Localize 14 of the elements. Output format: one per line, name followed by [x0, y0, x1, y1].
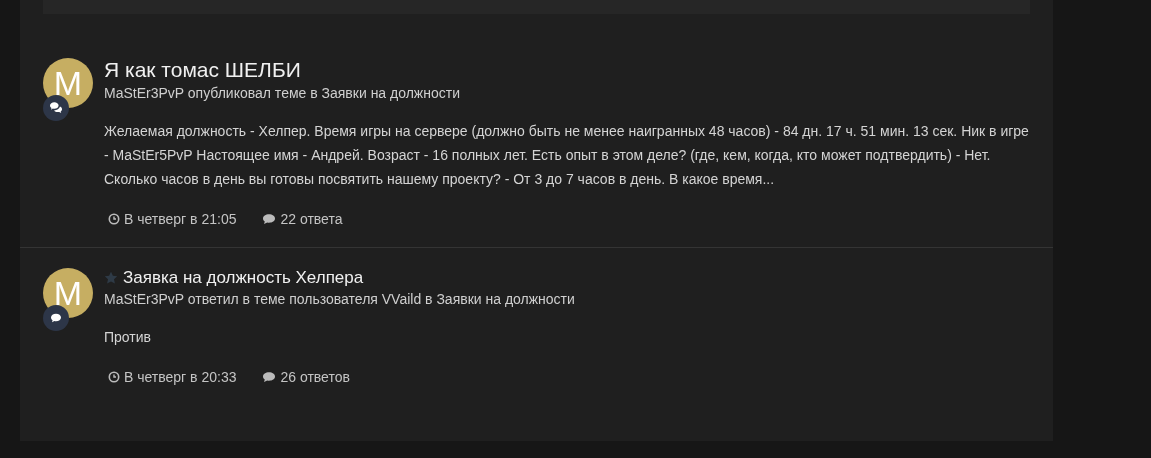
activity-meta: MaStEr3PvP ответил в теме пользователя VVaild в Заявки на должности [104, 291, 576, 307]
reply-count: 22 ответа [280, 211, 343, 227]
reply-count: 26 ответов [280, 369, 350, 385]
clock-icon [108, 371, 120, 383]
activity-meta: MaStEr3PvP опубликовал теме в Заявки на должности [104, 85, 461, 101]
post-time: В четверг в 20:33 [124, 369, 237, 385]
topic-title-link[interactable]: Я как томас ШЕЛБИ [104, 58, 301, 82]
comment-icon [262, 213, 277, 225]
post-excerpt: Против [104, 328, 152, 347]
clock-icon [108, 213, 120, 225]
post-time: В четверг в 21:05 [124, 211, 237, 227]
comment-icon [262, 371, 277, 383]
topic-title-link[interactable]: Заявка на должность Хелпера [123, 268, 364, 288]
post-excerpt: Желаемая должность - Хелпер. Время игры на сервере (должно быть не менее наигранных 48 часов) - 84 дн. 17 ч. 51 мин. 13 сек. Ник в игре - MaStEr5PvP Настоящее имя - Андрей. Возраст - 16 полных лет. Есть опыт в этом деле? (где, кем, когда, кто может подтвердить) - Нет. Сколько часов в день вы готовы посвятить нашему проекту? - От 3 до 7 часов в день. В какое время... [104, 122, 1030, 189]
